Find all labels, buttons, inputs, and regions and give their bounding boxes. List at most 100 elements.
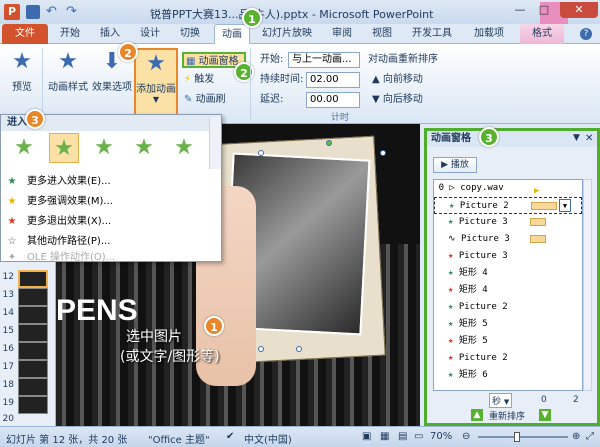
tab-design[interactable]: 设计 bbox=[132, 24, 168, 44]
tab-slideshow[interactable]: 幻灯片放映 bbox=[256, 24, 318, 44]
thumb-slide[interactable] bbox=[18, 360, 48, 378]
animation-row[interactable]: ★ 矩形 5 bbox=[434, 316, 582, 333]
sound-icon: ▷ bbox=[449, 183, 455, 193]
resize-handle[interactable] bbox=[258, 150, 264, 156]
reorder-up-icon[interactable]: ▲ bbox=[471, 409, 483, 421]
animation-row[interactable]: ★ Picture 2 bbox=[434, 350, 582, 367]
save-icon[interactable] bbox=[26, 5, 40, 19]
move-earlier-button[interactable]: ▲ 向前移动 bbox=[372, 72, 423, 88]
thumb-slide[interactable] bbox=[18, 288, 48, 306]
animation-row[interactable]: ★ 矩形 4 bbox=[434, 265, 582, 282]
more-entrance-effects[interactable]: ★ 更多进入效果(E)... bbox=[5, 173, 215, 191]
move-later-button[interactable]: ▼ 向后移动 bbox=[372, 92, 423, 108]
normal-view-icon[interactable]: ▣ bbox=[362, 431, 371, 442]
reorder-down-icon[interactable]: ▼ bbox=[539, 409, 551, 421]
animation-row[interactable]: ★ 矩形 5 bbox=[434, 333, 582, 350]
thumb-slide[interactable] bbox=[18, 324, 48, 342]
gallery-scrollbar[interactable] bbox=[209, 117, 221, 169]
tab-insert[interactable]: 插入 bbox=[92, 24, 128, 44]
step-badge-1-orange: 1 bbox=[204, 316, 224, 336]
up-arrow-icon: ▲ bbox=[372, 74, 380, 85]
add-animation-button[interactable]: ★ 添加动画 ▼ bbox=[134, 48, 178, 118]
zoom-slider-thumb[interactable] bbox=[514, 432, 520, 442]
animation-row[interactable]: ★ 矩形 6 bbox=[434, 367, 582, 384]
animation-pane-icon: ▦ bbox=[186, 56, 196, 67]
rotate-handle[interactable] bbox=[326, 140, 332, 146]
tab-view[interactable]: 视图 bbox=[364, 24, 400, 44]
close-icon[interactable]: ✕ bbox=[560, 2, 598, 18]
thumb-slide[interactable] bbox=[18, 306, 48, 324]
tab-developer[interactable]: 开发工具 bbox=[404, 24, 460, 44]
animation-style-label: 动画样式 bbox=[48, 82, 88, 93]
play-button[interactable]: ▶ 播放 bbox=[433, 157, 477, 173]
effect-star-icon[interactable]: ★ bbox=[129, 133, 159, 163]
animation-row[interactable]: ★ Picture 3 bbox=[434, 214, 582, 231]
trigger-icon: ⚡ bbox=[184, 74, 192, 85]
animation-row[interactable]: ★ Picture 2 bbox=[434, 299, 582, 316]
effect-star-icon[interactable]: ★ bbox=[9, 133, 39, 163]
reading-view-icon[interactable]: ▤ bbox=[398, 431, 407, 442]
duration-input[interactable]: 02.00 bbox=[306, 72, 360, 88]
exit-star-icon: ★ bbox=[448, 285, 454, 295]
minimize-icon[interactable]: — bbox=[508, 2, 532, 18]
delay-input[interactable]: 00.00 bbox=[306, 92, 360, 108]
tab-review[interactable]: 审阅 bbox=[324, 24, 360, 44]
tab-addins[interactable]: 加载项 bbox=[466, 24, 512, 44]
add-animation-label: 添加动画 bbox=[136, 84, 176, 95]
animation-row[interactable]: 0 ▷ copy.wav ▶ bbox=[434, 180, 582, 197]
animation-list: 0 ▷ copy.wav ▶ ★ Picture 2 ▼ ★ Picture 3… bbox=[433, 179, 583, 391]
animation-row[interactable]: ∿ Picture 3 bbox=[434, 231, 582, 248]
row-name: 矩形 5 bbox=[458, 319, 488, 329]
exit-star-icon: ★ bbox=[448, 251, 454, 261]
timing-bar bbox=[530, 218, 546, 226]
tab-file[interactable]: 文件 bbox=[2, 24, 48, 44]
effect-star-icon[interactable]: ★ bbox=[89, 133, 119, 163]
pane-close-icon[interactable]: ✕ bbox=[585, 133, 593, 144]
trigger-button[interactable]: ⚡ 触发 bbox=[184, 72, 214, 88]
timing-group-label: 计时 bbox=[330, 113, 349, 123]
animation-pane: 动画窗格 ▼ ✕ 3 ▶ 播放 0 ▷ copy.wav ▶ ★ Picture… bbox=[424, 127, 600, 426]
resize-handle[interactable] bbox=[380, 150, 386, 156]
zoom-in-icon[interactable]: ⊕ bbox=[572, 431, 580, 442]
language-icon[interactable]: ✔ bbox=[226, 431, 234, 442]
more-emphasis-effects[interactable]: ★ 更多强调效果(M)... bbox=[5, 193, 215, 211]
thumb-slide[interactable] bbox=[18, 270, 48, 288]
more-exit-effects[interactable]: ★ 更多退出效果(X)... bbox=[5, 213, 215, 231]
slideshow-icon[interactable]: ▭ bbox=[414, 431, 423, 442]
undo-icon[interactable]: ↶ bbox=[46, 4, 57, 19]
resize-handle[interactable] bbox=[296, 346, 302, 352]
language[interactable]: 中文(中国) bbox=[244, 431, 292, 446]
zoom-out-icon[interactable]: ⊖ bbox=[462, 431, 470, 442]
help-icon[interactable]: ? bbox=[580, 28, 592, 40]
zoom-slider[interactable] bbox=[478, 436, 568, 438]
thumb-slide[interactable] bbox=[18, 396, 48, 414]
animation-painter-button[interactable]: ✎ 动画刷 bbox=[184, 92, 226, 108]
maximize-icon[interactable]: □ bbox=[532, 2, 556, 18]
row-name: Picture 3 bbox=[458, 251, 508, 261]
tab-animations[interactable]: 动画 bbox=[214, 24, 250, 44]
animation-row[interactable]: ★ Picture 2 ▼ bbox=[434, 197, 582, 214]
tab-transitions[interactable]: 切换 bbox=[172, 24, 208, 44]
animation-row[interactable]: ★ 矩形 4 bbox=[434, 282, 582, 299]
tab-format[interactable]: 格式 bbox=[520, 24, 564, 44]
row-dropdown-icon[interactable]: ▼ bbox=[559, 199, 571, 212]
slide-sorter-icon[interactable]: ▦ bbox=[380, 431, 389, 442]
effect-star-icon[interactable]: ★ bbox=[49, 133, 79, 163]
thumb-slide[interactable] bbox=[18, 342, 48, 360]
animation-row[interactable]: ★ Picture 3 bbox=[434, 248, 582, 265]
more-entrance-label: 更多进入效果(E)... bbox=[27, 176, 111, 187]
animation-style-button[interactable]: ★ 动画样式 bbox=[46, 48, 90, 104]
exit-star-icon: ★ bbox=[448, 353, 454, 363]
fit-slide-icon[interactable]: ⤢ bbox=[586, 431, 594, 442]
resize-handle[interactable] bbox=[258, 346, 264, 352]
redo-icon[interactable]: ↷ bbox=[66, 4, 77, 19]
effect-star-icon[interactable]: ★ bbox=[169, 133, 199, 163]
thumb-number: 13 bbox=[2, 290, 14, 300]
tab-home[interactable]: 开始 bbox=[52, 24, 88, 44]
start-select[interactable]: 与上一动画... bbox=[288, 52, 360, 68]
thumb-slide[interactable] bbox=[18, 378, 48, 396]
preview-button[interactable]: ★ 预览 bbox=[4, 48, 40, 104]
pane-menu-icon[interactable]: ▼ bbox=[573, 133, 580, 143]
seconds-dropdown[interactable]: 秒 ▼ bbox=[489, 393, 513, 408]
animation-list-scrollbar[interactable] bbox=[583, 179, 592, 391]
